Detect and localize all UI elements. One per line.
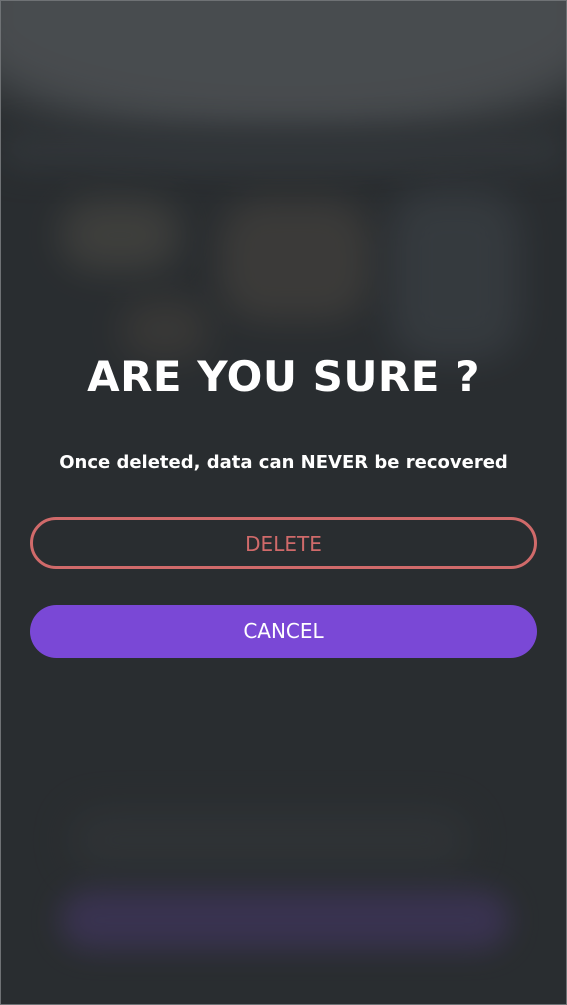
confirm-dialog: ARE YOU SURE ? Once deleted, data can NE… [0, 0, 567, 1005]
dialog-message: Once deleted, data can NEVER be recovere… [59, 452, 508, 473]
dialog-title: ARE YOU SURE ? [87, 352, 480, 401]
cancel-button[interactable]: CANCEL [30, 605, 537, 658]
delete-button[interactable]: DELETE [30, 517, 537, 569]
screen: ARE YOU SURE ? Once deleted, data can NE… [0, 0, 567, 1005]
